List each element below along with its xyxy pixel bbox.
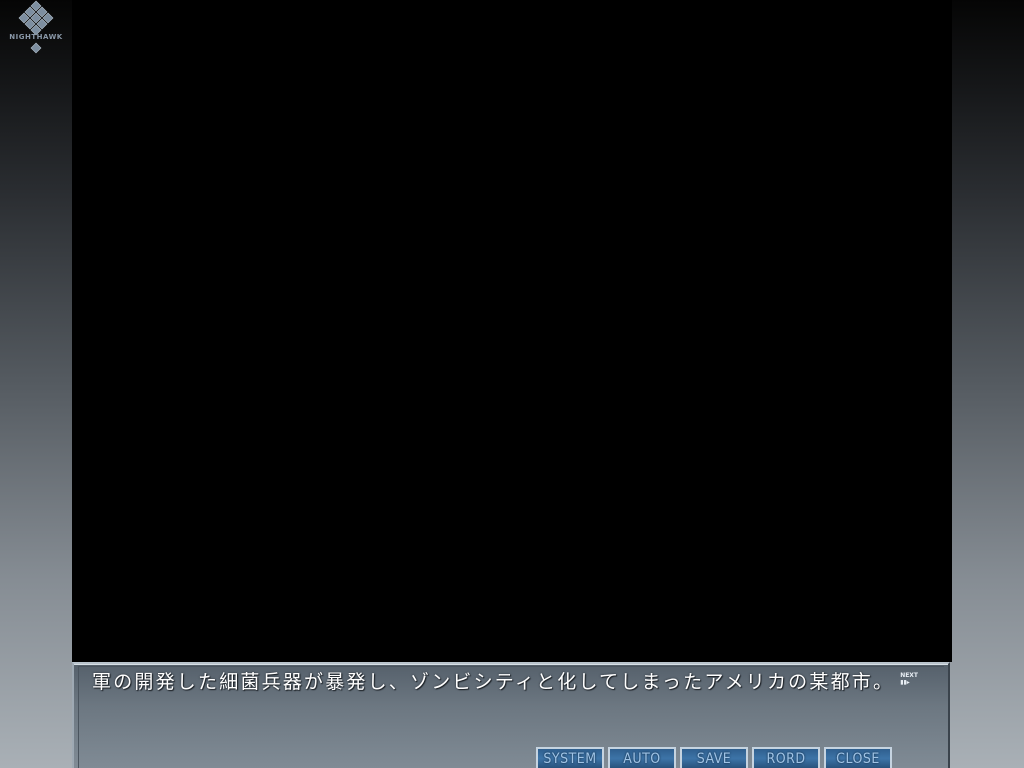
logo-text: NIGHTHAWK bbox=[9, 33, 63, 41]
load-button[interactable]: RORD bbox=[752, 747, 820, 768]
next-marker-label: NEXT bbox=[900, 672, 919, 679]
auto-button[interactable]: AUTO bbox=[608, 747, 676, 768]
next-page-icon: NEXT ▮▮▸ bbox=[900, 672, 918, 688]
menu-button-row: SYSTEM AUTO SAVE RORD CLOSE bbox=[536, 747, 892, 768]
right-side-panel bbox=[952, 0, 1024, 768]
close-button[interactable]: CLOSE bbox=[824, 747, 892, 768]
diamond-logo-icon bbox=[18, 0, 54, 54]
scene-viewport[interactable] bbox=[72, 0, 952, 662]
system-button[interactable]: SYSTEM bbox=[536, 747, 604, 768]
save-button[interactable]: SAVE bbox=[680, 747, 748, 768]
next-marker-arrows: ▮▮▸ bbox=[900, 679, 910, 686]
left-side-panel bbox=[0, 0, 72, 768]
brand-logo: NIGHTHAWK bbox=[0, 0, 72, 56]
message-body: 軍の開発した細菌兵器が暴発し、ゾンビシティと化してしまったアメリカの某都市。 bbox=[92, 671, 895, 693]
message-text: 軍の開発した細菌兵器が暴発し、ゾンビシティと化してしまったアメリカの某都市。 NE… bbox=[92, 670, 932, 694]
